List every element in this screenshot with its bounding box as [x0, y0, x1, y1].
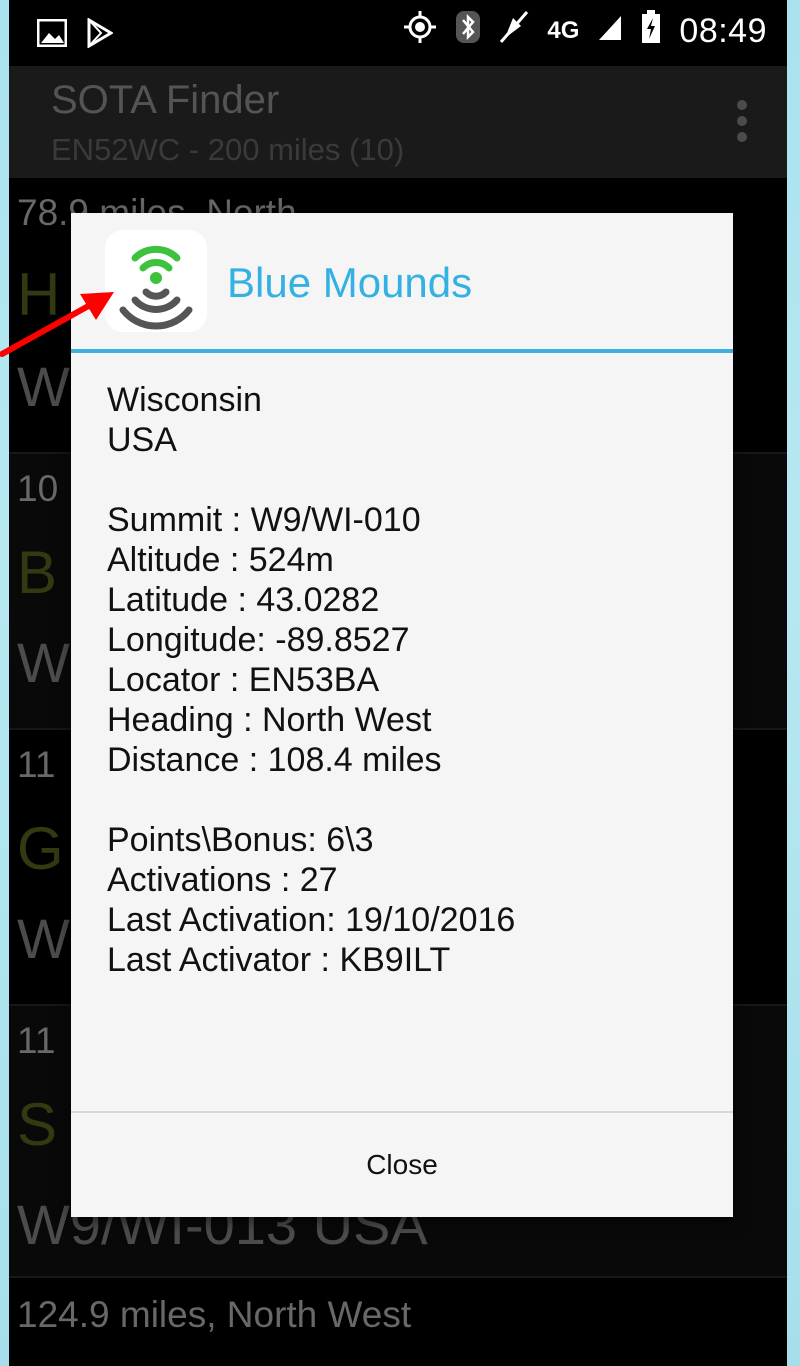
locator-text: Locator : EN53BA	[107, 661, 380, 699]
summit-dialog: Blue Mounds Wisconsin USA Summit : W9/WI…	[71, 213, 733, 1217]
annotation-arrow-icon	[0, 292, 114, 357]
country-text: USA	[107, 421, 177, 459]
signal-icon	[597, 12, 623, 50]
gps-icon	[403, 10, 437, 52]
network-type: 4G	[547, 17, 580, 44]
heading-text: Heading : North West	[107, 701, 432, 739]
longitude-text: Longitude: -89.8527	[107, 621, 410, 659]
battery-icon	[641, 10, 661, 52]
phone-screen: 4G 08:49 SOTA Finder EN52WC - 200 miles …	[9, 0, 787, 1366]
activations-text: Activations : 27	[107, 861, 338, 899]
summit-text: Summit : W9/WI-010	[107, 501, 421, 539]
dialog-body: Wisconsin USA Summit : W9/WI-010 Altitud…	[107, 380, 707, 980]
last-activation-text: Last Activation: 19/10/2016	[107, 901, 516, 939]
dialog-title: Blue Mounds	[227, 259, 473, 306]
last-activator-text: Last Activator : KB9ILT	[107, 941, 451, 979]
latitude-text: Latitude : 43.0282	[107, 581, 380, 619]
mute-icon	[499, 10, 529, 52]
distance-text: Distance : 108.4 miles	[107, 741, 442, 779]
bluetooth-icon	[455, 10, 481, 52]
region-text: Wisconsin	[107, 381, 262, 419]
clock: 08:49	[679, 11, 767, 50]
image-icon	[36, 18, 68, 52]
play-store-icon	[87, 17, 114, 53]
points-bonus-text: Points\Bonus: 6\3	[107, 821, 374, 859]
status-bar: 4G 08:49	[9, 0, 787, 66]
close-button[interactable]: Close	[71, 1113, 733, 1217]
altitude-text: Altitude : 524m	[107, 541, 334, 579]
dialog-title-divider	[71, 349, 733, 353]
